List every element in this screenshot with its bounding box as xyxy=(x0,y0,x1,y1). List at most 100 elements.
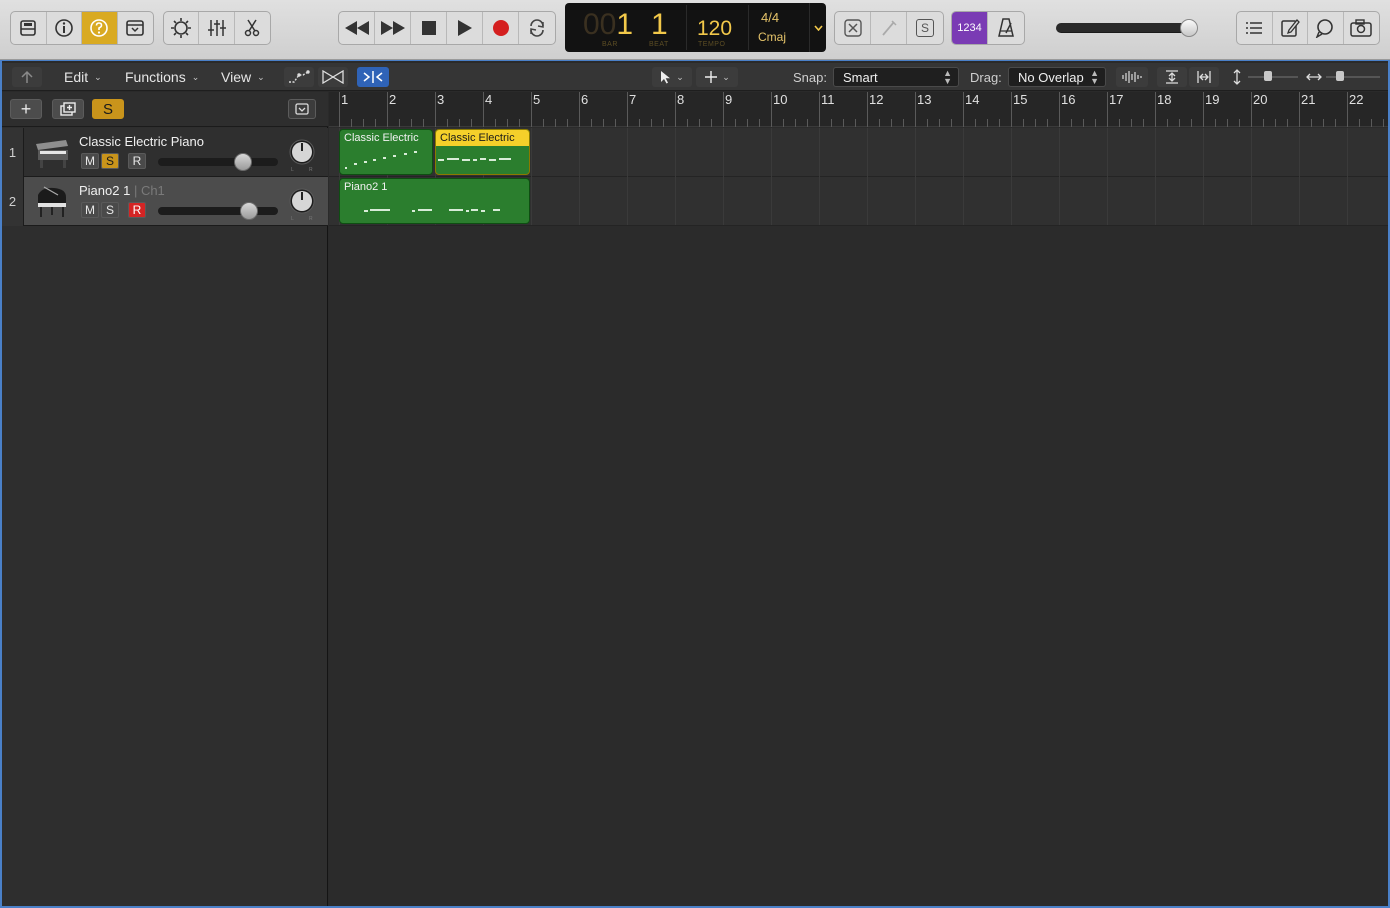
note-pad-button[interactable] xyxy=(1273,12,1308,44)
pan-knob[interactable]: LR xyxy=(288,139,316,173)
lcd-display[interactable]: 001 1 BAR BEAT 120 TEMPO 4/4 Cmaj xyxy=(565,3,826,52)
master-volume-knob[interactable] xyxy=(1180,19,1198,37)
bar-number: 4 xyxy=(485,92,493,107)
horizontal-zoom-slider[interactable] xyxy=(1304,67,1384,87)
master-volume-slider[interactable] xyxy=(1056,19,1198,37)
track-name[interactable]: Piano2 1 | Ch1 xyxy=(79,183,165,198)
bar-gridline xyxy=(1203,128,1204,225)
solo-button[interactable]: S xyxy=(101,202,119,218)
new-track-with-settings-button[interactable] xyxy=(52,99,84,119)
play-button[interactable] xyxy=(447,12,483,44)
bar-gridline xyxy=(627,128,628,225)
chevron-down-icon: ⌄ xyxy=(257,71,265,82)
smart-controls-icon xyxy=(171,18,192,38)
track-header[interactable]: 1 Classic Electric Piano M S R LR xyxy=(2,128,328,177)
loop-browser-button[interactable] xyxy=(1308,12,1344,44)
metronome-button[interactable] xyxy=(988,12,1024,44)
horizontal-zoom-track xyxy=(1326,76,1380,78)
bar-tick xyxy=(483,92,484,127)
vertical-zoom-slider[interactable] xyxy=(1228,67,1302,87)
bar-ruler[interactable]: 1 2 3 4 5 6 7 8 9 10 11 12 13 14 15 16 17 18 19 20 21 22 xyxy=(329,92,1388,127)
cycle-button[interactable] xyxy=(519,12,555,44)
back-button[interactable] xyxy=(12,67,42,87)
quick-help-button[interactable] xyxy=(82,12,118,44)
global-solo-button[interactable]: S xyxy=(92,99,124,119)
add-track-button[interactable]: + xyxy=(10,99,42,119)
beat-tick xyxy=(795,119,796,127)
count-in-button[interactable]: 1234 xyxy=(952,12,988,44)
beat-tick xyxy=(1371,119,1372,127)
bar-tick xyxy=(531,92,532,127)
lcd-time-signature[interactable]: 4/4 xyxy=(761,10,779,25)
functions-menu[interactable]: Functions ⌄ xyxy=(125,67,199,87)
library-button[interactable] xyxy=(11,12,47,44)
volume-fader-knob[interactable] xyxy=(240,202,258,220)
fast-forward-button[interactable] xyxy=(375,12,411,44)
track-name-text: Piano2 1 xyxy=(79,183,131,198)
functions-menu-label: Functions xyxy=(125,69,186,85)
zoom-vertical-fit-button[interactable] xyxy=(1157,67,1187,87)
left-click-tool[interactable]: ⌄ xyxy=(652,67,692,87)
snap-popup[interactable]: Smart ▲ ▼ xyxy=(833,67,959,87)
bar-gridline xyxy=(915,128,916,225)
drag-popup[interactable]: No Overlap ▲ ▼ xyxy=(1008,67,1106,87)
rewind-button[interactable] xyxy=(339,12,375,44)
midi-region-selected[interactable]: Classic Electric xyxy=(435,129,530,175)
chevron-down-icon: ⌄ xyxy=(191,71,200,82)
solo-button[interactable]: S xyxy=(101,153,119,169)
editors-button[interactable] xyxy=(235,12,270,44)
pan-knob[interactable]: LR xyxy=(288,188,316,222)
bar-gridline xyxy=(1251,128,1252,225)
smart-controls-button[interactable] xyxy=(164,12,200,44)
beat-tick xyxy=(903,119,904,127)
beat-tick xyxy=(1095,119,1096,127)
beat-tick xyxy=(735,119,736,127)
lcd-beat: 1 xyxy=(651,8,668,41)
track-header[interactable]: 2 Piano2 1 | Ch1 M S R LR xyxy=(2,177,328,226)
mixer-icon xyxy=(207,20,226,36)
mute-button[interactable]: M xyxy=(81,202,99,218)
horizontal-zoom-knob[interactable] xyxy=(1336,71,1344,81)
lcd-tempo[interactable]: 120 xyxy=(697,17,732,41)
volume-fader[interactable] xyxy=(158,153,278,171)
record-button[interactable] xyxy=(483,12,519,44)
mute-button[interactable]: M xyxy=(81,153,99,169)
midi-note xyxy=(493,209,500,211)
bar-tick xyxy=(1203,92,1204,127)
waveform-zoom-button[interactable] xyxy=(1116,67,1148,87)
collapse-icon xyxy=(295,103,309,115)
edit-menu[interactable]: Edit ⌄ xyxy=(64,67,102,87)
flex-button[interactable] xyxy=(318,67,348,87)
tracks-area[interactable]: 1 2 3 4 5 6 7 8 9 10 11 12 13 14 15 16 17 18 19 20 21 22 Clas… xyxy=(329,92,1388,906)
mixer-button[interactable] xyxy=(199,12,235,44)
midi-region[interactable]: Piano2 1 xyxy=(339,178,530,224)
lcd-dropdown[interactable] xyxy=(809,3,826,52)
solo-mode-button[interactable]: S xyxy=(907,12,943,44)
beat-tick xyxy=(411,119,412,127)
catch-button[interactable] xyxy=(357,67,389,87)
vertical-zoom-knob[interactable] xyxy=(1264,71,1272,81)
beat-tick xyxy=(471,119,472,127)
record-enable-button[interactable]: R xyxy=(128,202,146,218)
midi-note xyxy=(438,159,444,161)
header-options-button[interactable] xyxy=(288,99,316,119)
lcd-bar-label: BAR xyxy=(602,41,618,48)
volume-fader-knob[interactable] xyxy=(234,153,252,171)
midi-region[interactable]: Classic Electric xyxy=(339,129,433,175)
zoom-horizontal-fit-button[interactable] xyxy=(1189,67,1219,87)
lcd-key[interactable]: Cmaj xyxy=(758,30,786,44)
view-menu[interactable]: View ⌄ xyxy=(221,67,265,87)
volume-fader[interactable] xyxy=(158,202,278,220)
inspector-button[interactable] xyxy=(47,12,82,44)
track-headers-pane: + S 1 Classic Electric Piano M S R LR 2 … xyxy=(2,92,328,906)
command-click-tool[interactable]: ⌄ xyxy=(696,67,738,87)
replace-button[interactable] xyxy=(835,12,871,44)
browsers-button[interactable] xyxy=(1344,12,1379,44)
record-enable-button[interactable]: R xyxy=(128,153,146,169)
track-name[interactable]: Classic Electric Piano xyxy=(79,134,204,149)
stop-button[interactable] xyxy=(411,12,447,44)
toolbar-button[interactable] xyxy=(118,12,153,44)
tuner-button[interactable] xyxy=(871,12,907,44)
list-editors-button[interactable] xyxy=(1237,12,1273,44)
automation-button[interactable] xyxy=(284,67,314,87)
